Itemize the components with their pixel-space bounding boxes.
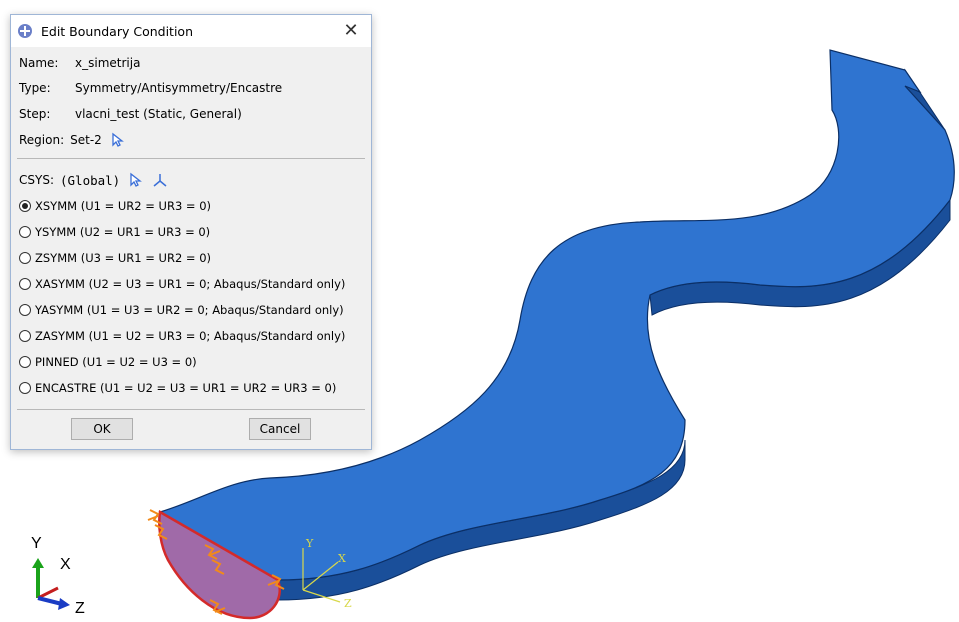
step-row: Step: vlacni_test (Static, General)	[19, 104, 242, 124]
radio-button[interactable]	[19, 382, 31, 394]
separator	[17, 158, 365, 159]
radio-button[interactable]	[19, 252, 31, 264]
local-csys-label-x: X	[338, 552, 346, 565]
bc-option-label: XASYMM (U2 = U3 = UR1 = 0; Abaqus/Standa…	[35, 277, 346, 291]
close-icon[interactable]: ✕	[341, 21, 361, 41]
cancel-button[interactable]: Cancel	[249, 418, 311, 440]
region-value: Set-2	[70, 133, 102, 147]
bc-option-label: ZSYMM (U3 = UR1 = UR2 = 0)	[35, 251, 212, 265]
radio-button[interactable]	[19, 356, 31, 368]
radio-button[interactable]	[19, 226, 31, 238]
bc-option-row[interactable]: YASYMM (U1 = U3 = UR2 = 0; Abaqus/Standa…	[19, 301, 344, 319]
bc-option-row[interactable]: ENCASTRE (U1 = U2 = U3 = UR1 = UR2 = UR3…	[19, 379, 336, 397]
triad-label-z: Z	[75, 600, 85, 617]
dialog-titlebar[interactable]: Edit Boundary Condition ✕	[11, 15, 371, 47]
select-region-arrow-icon[interactable]	[110, 132, 126, 148]
local-csys-label-z: Z	[344, 597, 352, 610]
radio-button[interactable]	[19, 278, 31, 290]
radio-button[interactable]	[19, 304, 31, 316]
ok-button[interactable]: OK	[71, 418, 133, 440]
bc-option-label: YSYMM (U2 = UR1 = UR3 = 0)	[35, 225, 211, 239]
bc-option-label: ZASYMM (U1 = U2 = UR3 = 0; Abaqus/Standa…	[35, 329, 346, 343]
radio-button[interactable]	[19, 330, 31, 342]
bc-option-row[interactable]: ZSYMM (U3 = UR1 = UR2 = 0)	[19, 249, 211, 267]
bc-option-row[interactable]: PINNED (U1 = U2 = U3 = 0)	[19, 353, 197, 371]
type-value: Symmetry/Antisymmetry/Encastre	[75, 81, 283, 95]
csys-value: (Global)	[60, 172, 121, 188]
triad-label-y: Y	[31, 535, 42, 552]
step-label: Step:	[19, 107, 51, 121]
csys-label: CSYS:	[19, 173, 54, 187]
bc-option-row[interactable]: ZASYMM (U1 = U2 = UR3 = 0; Abaqus/Standa…	[19, 327, 345, 345]
csys-row: CSYS: (Global)	[19, 170, 168, 190]
radio-button[interactable]	[19, 200, 31, 212]
bc-option-row[interactable]: XSYMM (U1 = UR2 = UR3 = 0)	[19, 197, 211, 215]
name-row: Name: x_simetrija	[19, 53, 140, 73]
separator-bottom	[17, 409, 365, 410]
bc-option-label: ENCASTRE (U1 = U2 = U3 = UR1 = UR2 = UR3…	[35, 381, 337, 395]
dialog-title: Edit Boundary Condition	[41, 23, 194, 39]
region-row: Region: Set-2	[19, 130, 126, 150]
region-label: Region:	[19, 133, 65, 147]
step-value: vlacni_test (Static, General)	[75, 107, 242, 121]
name-value: x_simetrija	[75, 56, 141, 70]
select-csys-arrow-icon[interactable]	[128, 172, 144, 188]
name-label: Name:	[19, 56, 59, 70]
bc-option-row[interactable]: XASYMM (U2 = U3 = UR1 = 0; Abaqus/Standa…	[19, 275, 345, 293]
bc-option-label: PINNED (U1 = U2 = U3 = 0)	[35, 355, 197, 369]
bc-option-label: XSYMM (U1 = UR2 = UR3 = 0)	[35, 199, 212, 213]
abaqus-app-icon	[18, 24, 32, 38]
bc-option-label: YASYMM (U1 = U3 = UR2 = 0; Abaqus/Standa…	[35, 303, 344, 317]
type-row: Type: Symmetry/Antisymmetry/Encastre	[19, 78, 282, 98]
triad-label-x: X	[60, 556, 71, 573]
bc-option-row[interactable]: YSYMM (U2 = UR1 = UR3 = 0)	[19, 223, 210, 241]
create-csys-icon[interactable]	[152, 172, 168, 188]
edit-boundary-condition-dialog: Edit Boundary Condition ✕ Name: x_simetr…	[10, 14, 372, 450]
type-label: Type:	[19, 81, 51, 95]
local-csys-label-y: Y	[306, 537, 314, 550]
